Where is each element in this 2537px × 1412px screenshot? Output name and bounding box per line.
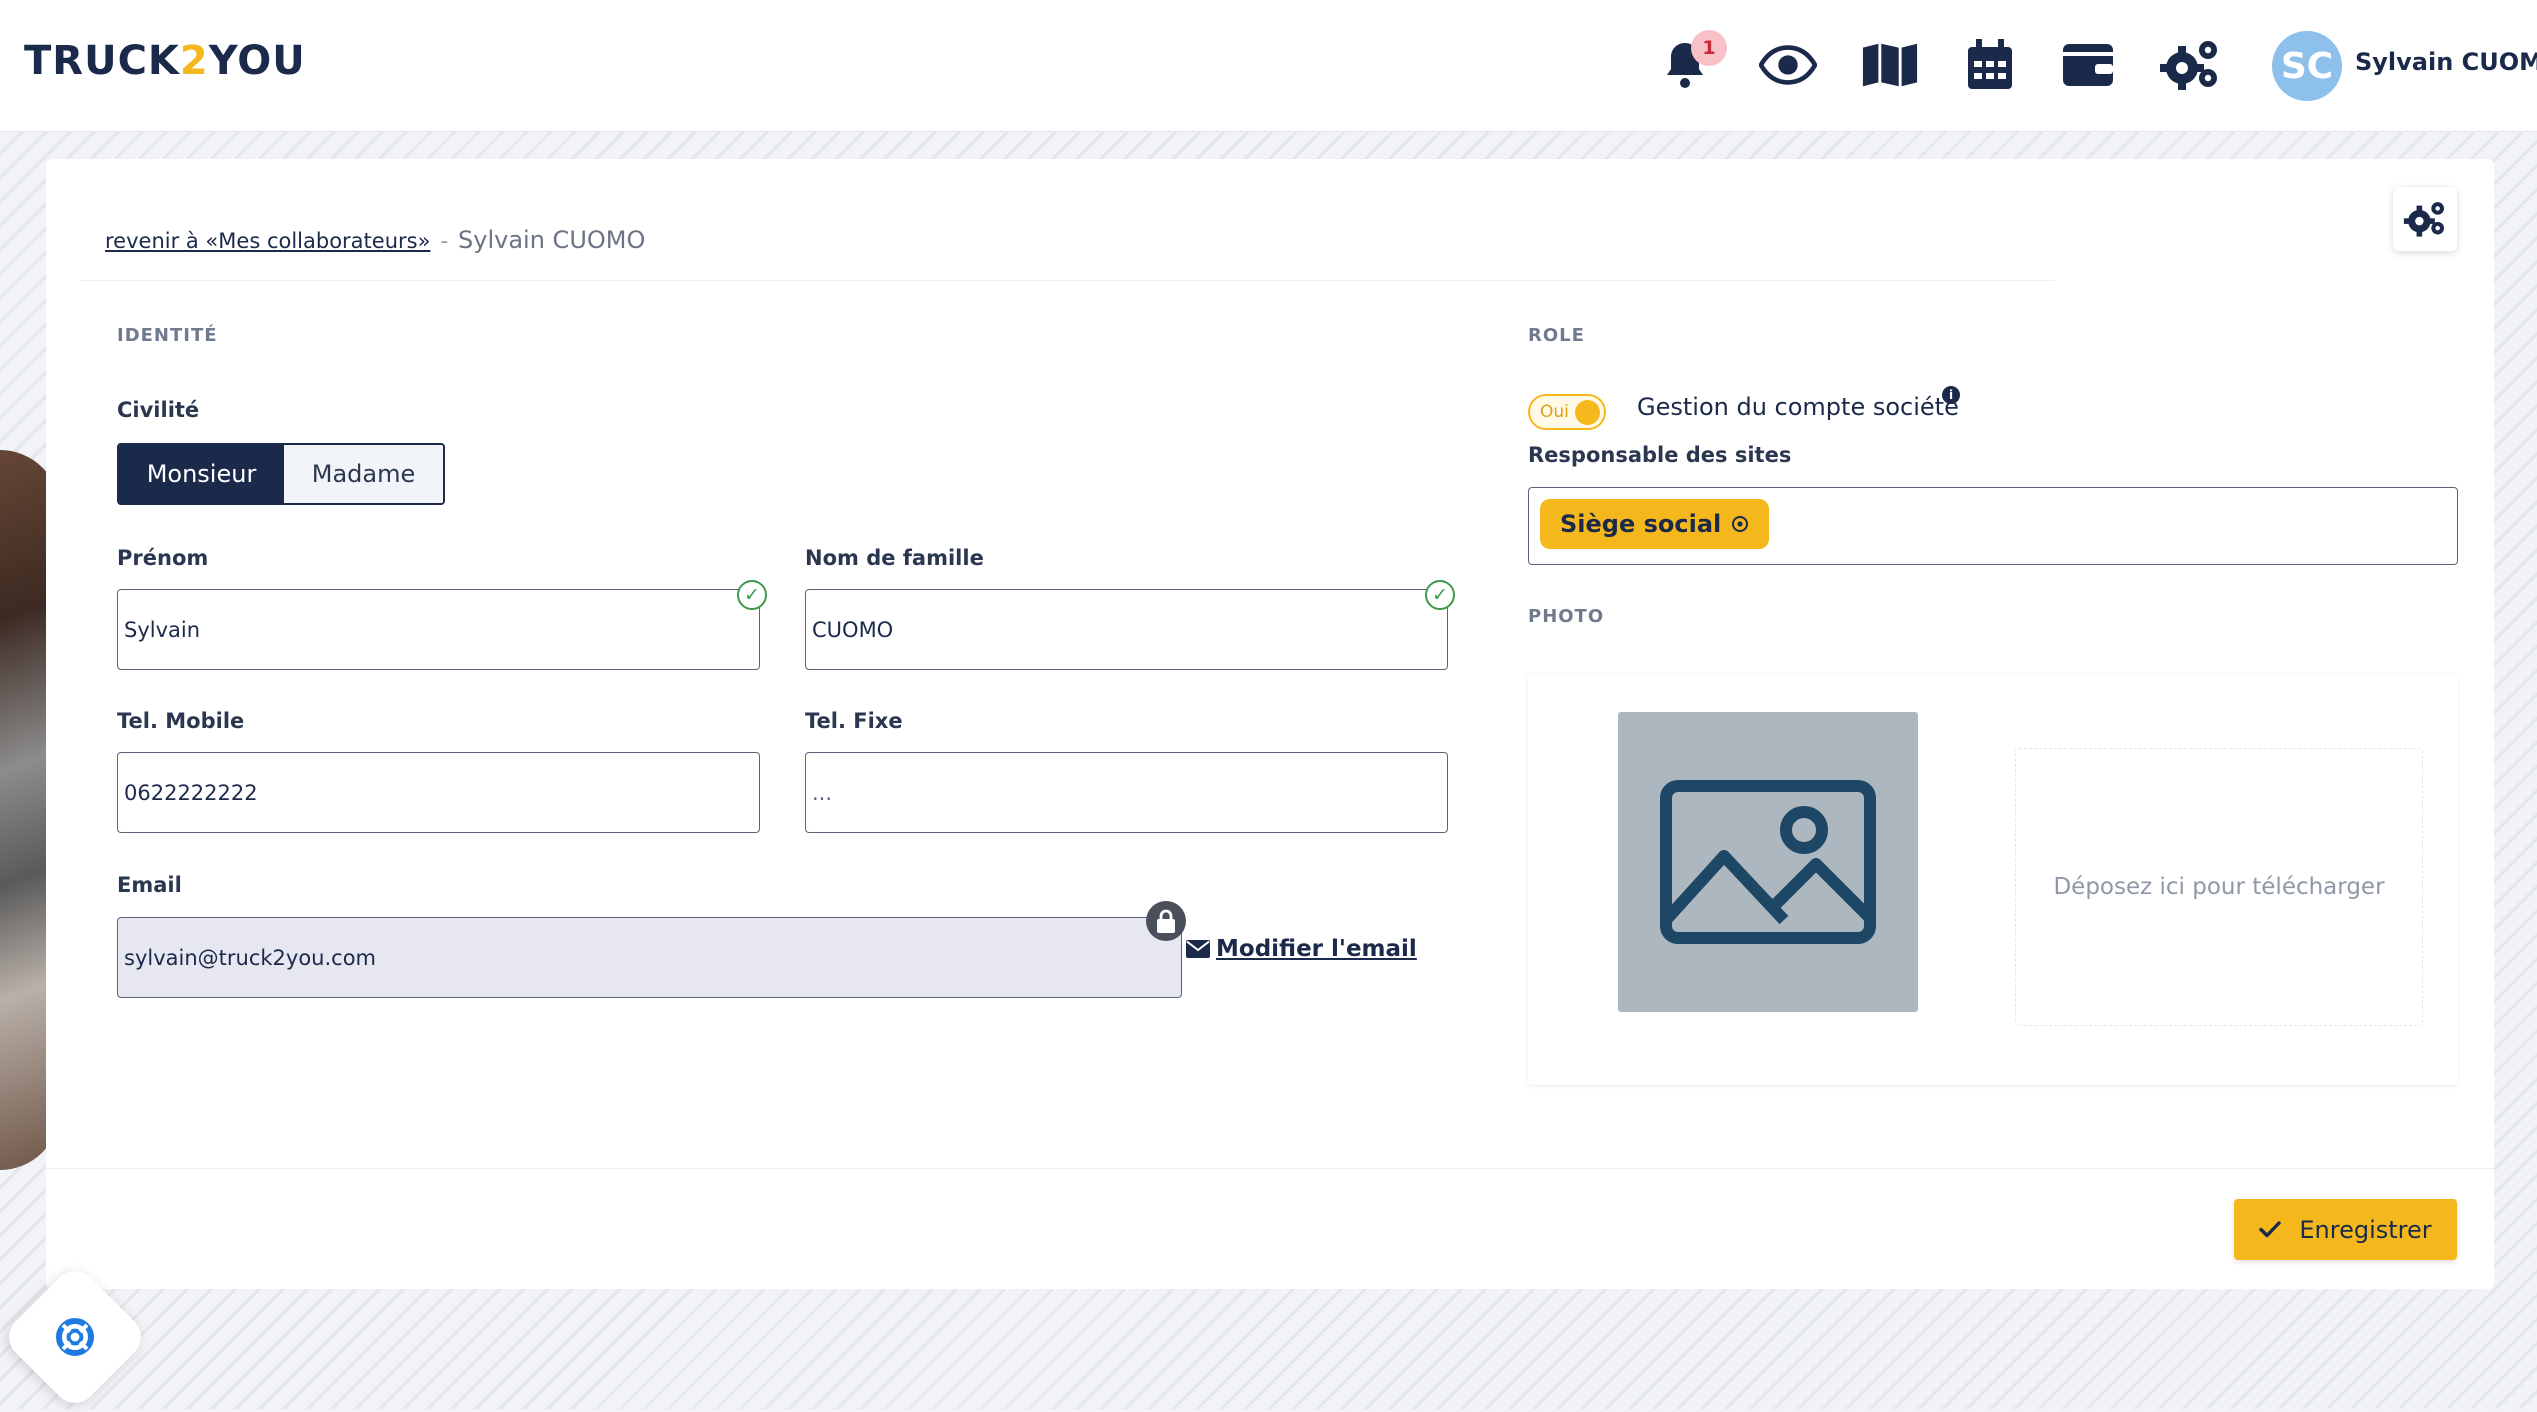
divider: [80, 280, 2055, 281]
photo-dropzone[interactable]: Déposez ici pour télécharger: [2015, 748, 2423, 1026]
check-icon: [2259, 1221, 2282, 1238]
mobile-label: Tel. Mobile: [117, 709, 245, 733]
notification-badge: 1: [1691, 30, 1727, 66]
avatar[interactable]: SC: [2272, 31, 2342, 101]
civility-toggle: Monsieur Madame: [117, 443, 445, 505]
first-name-input[interactable]: Sylvain: [117, 589, 760, 670]
landline-label: Tel. Fixe: [805, 709, 903, 733]
photo-section-title: PHOTO: [1528, 606, 1605, 627]
role-section-title: ROLE: [1528, 325, 1585, 346]
gears-icon[interactable]: [2157, 32, 2223, 98]
lifebuoy-icon: [56, 1318, 94, 1356]
gears-icon: [2403, 202, 2444, 237]
site-tag-label: Siège social: [1560, 510, 1722, 538]
identity-section-title: IDENTITÉ: [117, 325, 218, 346]
calendar-icon[interactable]: [1957, 32, 2023, 98]
top-bar: TRUCK2YOU 1 SC Sylvain CUOMO: [0, 0, 2537, 132]
account-management-label: Gestion du compte société: [1637, 393, 1959, 421]
image-icon: [1660, 780, 1876, 944]
divider: [46, 1168, 2494, 1169]
valid-check-icon: ✓: [737, 580, 767, 610]
civility-option-monsieur[interactable]: Monsieur: [119, 445, 284, 503]
email-input: sylvain@truck2you.com: [117, 917, 1182, 998]
sites-label: Responsable des sites: [1528, 443, 1792, 467]
account-management-toggle[interactable]: Oui: [1528, 394, 1606, 430]
last-name-input[interactable]: CUOMO: [805, 589, 1448, 670]
civility-label: Civilité: [117, 398, 200, 422]
settings-button[interactable]: [2393, 187, 2457, 251]
mobile-input[interactable]: 0622222222: [117, 752, 760, 833]
valid-check-icon: ✓: [1425, 580, 1455, 610]
breadcrumb: revenir à «Mes collaborateurs» - Sylvain C…: [105, 226, 645, 254]
save-button-label: Enregistrer: [2299, 1215, 2432, 1244]
last-name-label: Nom de famille: [805, 546, 984, 570]
info-icon[interactable]: i: [1942, 386, 1960, 404]
back-link[interactable]: revenir à «Mes collaborateurs»: [105, 229, 430, 253]
remove-tag-icon[interactable]: [1731, 515, 1749, 533]
modify-email-link[interactable]: Modifier l'email: [1186, 936, 1417, 962]
photo-placeholder: [1618, 712, 1918, 1012]
eye-icon[interactable]: [1755, 32, 1821, 98]
toggle-knob: [1575, 400, 1600, 425]
toggle-label: Oui: [1540, 402, 1569, 422]
breadcrumb-separator: -: [440, 229, 449, 253]
first-name-label: Prénom: [117, 546, 209, 570]
landline-input[interactable]: ...: [805, 752, 1448, 833]
lock-icon: [1146, 901, 1186, 941]
email-label: Email: [117, 873, 182, 897]
save-button[interactable]: Enregistrer: [2234, 1199, 2457, 1260]
modify-email-label: Modifier l'email: [1216, 936, 1417, 962]
map-icon[interactable]: [1857, 32, 1923, 98]
civility-option-madame[interactable]: Madame: [284, 445, 443, 503]
breadcrumb-current: Sylvain CUOMO: [458, 226, 646, 254]
logo[interactable]: TRUCK2YOU: [24, 38, 306, 84]
user-name[interactable]: Sylvain CUOMO: [2355, 48, 2537, 76]
site-tag[interactable]: Siège social: [1540, 499, 1770, 549]
envelope-icon: [1186, 940, 1210, 958]
wallet-icon[interactable]: [2055, 32, 2121, 98]
